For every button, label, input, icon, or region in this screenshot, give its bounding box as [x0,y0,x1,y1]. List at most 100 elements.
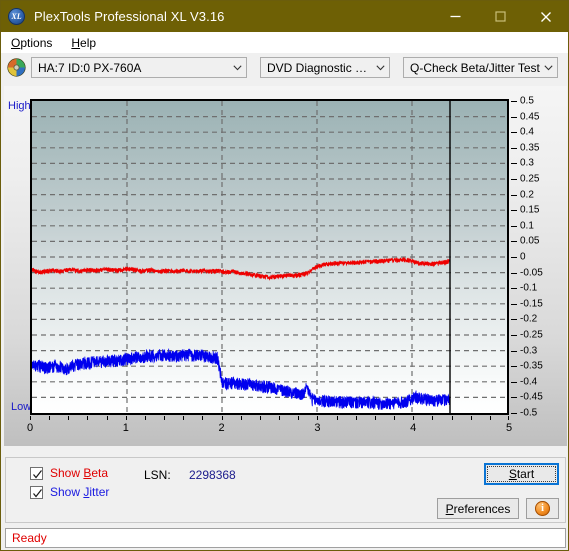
y-tick-mark [511,132,517,134]
plot-area[interactable] [30,99,509,415]
x-tick-mark [144,416,146,420]
plot-svg [32,101,507,413]
test-select-value: Q-Check Beta/Jitter Test [410,60,540,75]
y-tick-mark [511,210,517,212]
x-tick-mark [336,416,338,420]
y-tick-mark [511,413,517,414]
status-text: Ready [12,531,47,545]
title-bar: XL PlexTools Professional XL V3.16 [1,1,568,32]
checkbox-check-icon [30,466,43,480]
plextools-window: XL PlexTools Professional XL V3.16 Optio… [0,0,569,551]
y-tick-label: 0.15 [520,204,540,216]
y-tick-label: 0.3 [520,157,534,169]
chevron-down-icon [229,64,246,71]
y-tick-label: -0.45 [520,391,543,403]
preferences-button-label: Preferences [445,501,511,516]
x-tick-label: 3 [314,422,321,434]
x-tick-mark [87,416,89,420]
x-tick-label: 5 [505,422,513,434]
menu-item-help[interactable]: Help [62,34,105,52]
y-tick-label: -0.35 [520,360,543,372]
x-tick-mark [183,416,185,420]
lsn-value: 2298368 [189,468,236,482]
y-tick-mark [511,147,517,149]
x-tick-mark [489,416,491,420]
y-tick-label: 0 [520,251,526,263]
function-select-value: DVD Diagnostic Functions [267,60,372,75]
y-tick-label: -0.1 [520,282,538,294]
x-tick-mark [49,416,51,420]
menu-item-options-rest: ptions [20,35,53,50]
y-tick-mark [511,194,517,196]
y-tick-label: -0.4 [520,376,538,388]
drive-select[interactable]: HA:7 ID:0 PX-760A [31,57,247,78]
info-icon: i [535,501,550,516]
x-tick-mark [355,416,357,420]
chart-panel: High Low 0.5 0.45 0.4 0.35 0.3 0.25 0.2 0.15 0.1… [4,86,567,446]
xl-logo-icon: XL [8,8,25,25]
x-tick-mark [413,416,415,420]
y-axis-ticks: 0.5 0.45 0.4 0.35 0.3 0.25 0.2 0.15 0.1 0.05 0 -0.0… [511,96,563,419]
start-button[interactable]: Start [484,463,559,485]
y-tick-label: 0.1 [520,220,534,232]
x-tick-mark [317,416,319,420]
test-select[interactable]: Q-Check Beta/Jitter Test [403,57,558,78]
status-bar: Ready [5,528,566,548]
y-tick-mark [511,350,517,352]
y-tick-mark [511,101,517,102]
x-axis-ticks: 0 1 2 3 4 5 [26,416,513,436]
y-tick-label: 0.2 [520,189,534,201]
x-tick-mark [125,416,127,420]
x-tick-mark [106,416,108,420]
y-tick-mark [511,366,517,368]
x-tick-mark [374,416,376,420]
function-select[interactable]: DVD Diagnostic Functions [260,57,390,78]
disc-drive-icon [7,58,26,77]
plot-inner [32,101,507,413]
x-tick-mark [298,416,300,420]
y-tick-mark [511,163,517,165]
start-button-label: Start [508,467,535,481]
chevron-down-icon [372,64,389,71]
menu-item-options[interactable]: Options [2,34,61,52]
checkbox-check-icon [30,485,43,499]
show-beta-checkbox[interactable]: Show Beta [30,466,108,480]
window-title: PlexTools Professional XL V3.16 [34,9,225,24]
preferences-button[interactable]: Preferences [437,498,519,519]
y-tick-label: -0.05 [520,267,543,279]
x-tick-mark [68,416,70,420]
chevron-down-icon [540,64,557,71]
info-button[interactable]: i [526,498,559,519]
y-tick-mark [511,319,517,321]
show-jitter-label: Show Jitter [50,485,110,499]
controls-panel: Show Beta Show Jitter LSN: 2298368 Start… [5,457,566,523]
y-tick-label: -0.3 [520,345,538,357]
y-tick-mark [511,257,517,258]
y-tick-mark [511,303,517,305]
y-tick-mark [511,179,517,180]
close-icon[interactable] [523,1,568,32]
y-tick-mark [511,381,517,383]
show-beta-label: Show Beta [50,466,109,480]
x-tick-mark [394,416,396,420]
chart-low-label: Low [11,401,32,413]
chart-high-label: High [8,100,31,112]
minimize-icon[interactable] [433,1,478,32]
x-tick-mark [202,416,204,420]
show-jitter-checkbox[interactable]: Show Jitter [30,485,109,499]
x-tick-mark [259,416,261,420]
y-tick-label: 0.35 [520,142,540,154]
y-tick-mark [511,272,517,274]
x-tick-mark [432,416,434,420]
y-tick-label: 0.25 [520,173,540,185]
y-tick-mark [511,335,517,336]
y-tick-label: -0.25 [520,329,543,341]
y-tick-mark [511,225,517,227]
x-tick-mark [508,416,509,420]
x-tick-label: 0 [26,422,34,434]
y-tick-mark [511,241,517,243]
y-tick-label: 0.4 [520,126,534,138]
x-tick-mark [451,416,453,420]
y-tick-label: 0.05 [520,235,540,247]
maximize-icon[interactable] [478,1,523,32]
